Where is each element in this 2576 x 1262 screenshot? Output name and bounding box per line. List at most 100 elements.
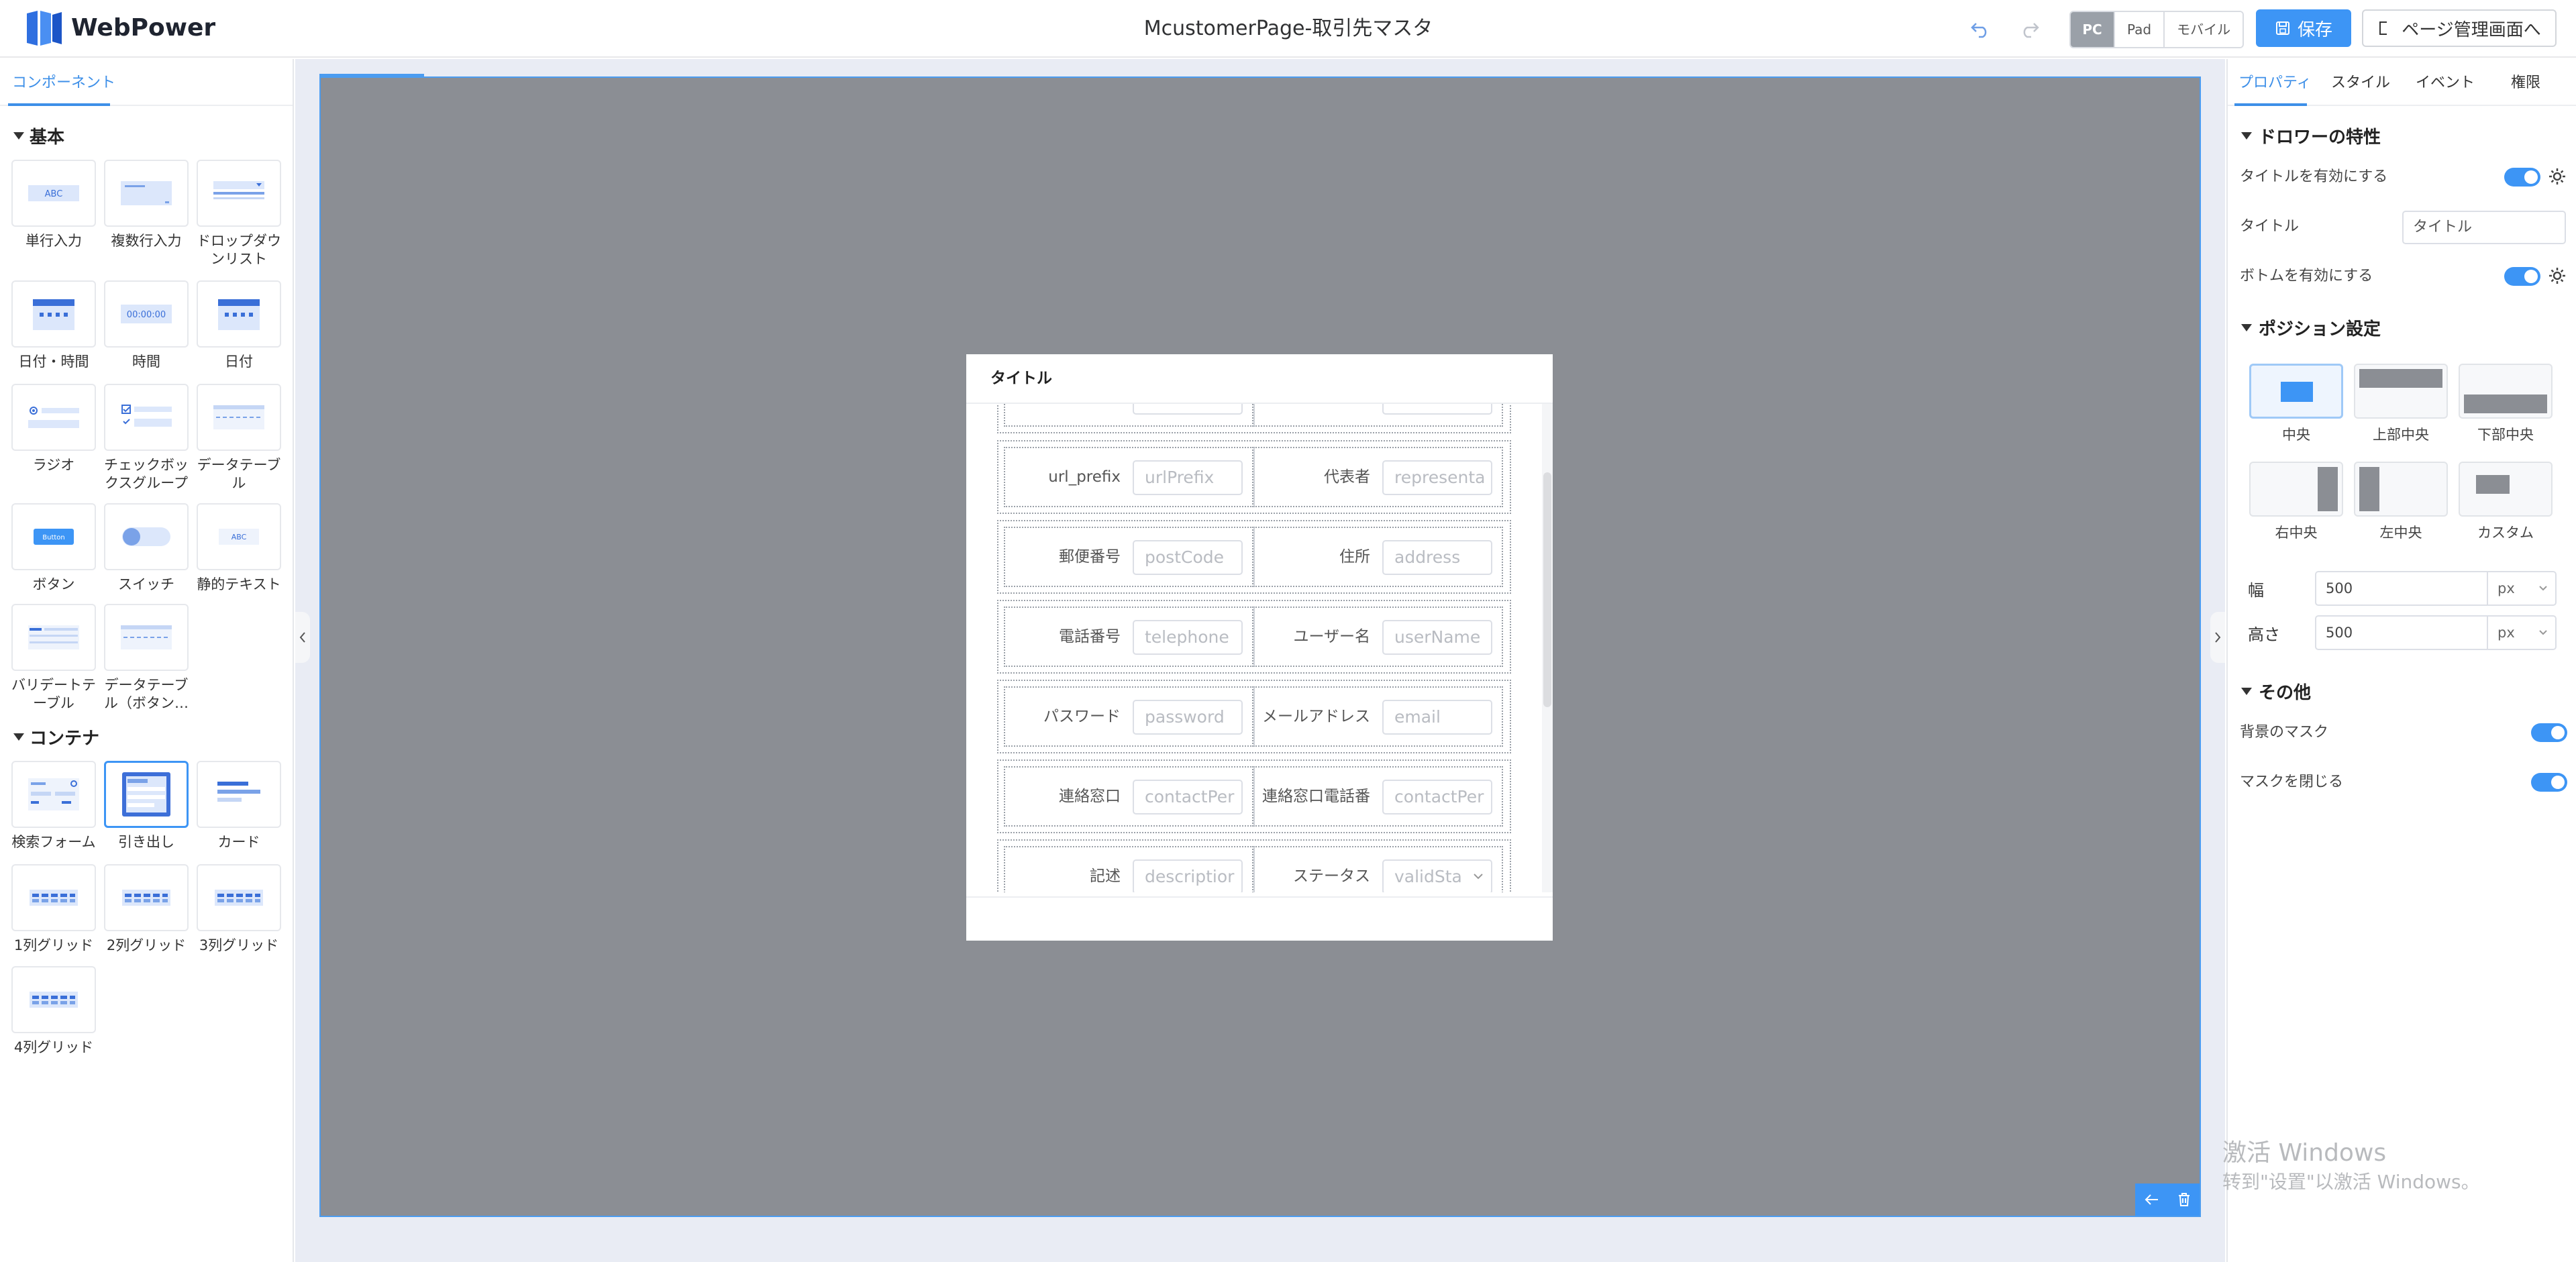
comp-validate-table[interactable]: バリデートテーブル — [9, 604, 98, 713]
comp-label: 4列グリッド — [13, 1039, 94, 1055]
comp-datatable-button[interactable]: データテーブル（ボタン… — [102, 604, 191, 713]
component-sidebar: コンポーネント 基本 ABC 単行入力 複数行入力 ドロップダウンリスト 日付・… — [0, 59, 294, 1262]
form-row: url_prefix urlPrefix 代表者 representa — [997, 440, 1511, 514]
drawer-preview[interactable]: タイトル url_prefix urlPrefix 代表者 representa 郵… — [966, 354, 1553, 941]
device-pad-button[interactable]: Pad — [2115, 12, 2165, 47]
redo-button[interactable] — [2016, 16, 2043, 43]
position-center[interactable]: 中央 — [2248, 364, 2345, 444]
url-prefix-input[interactable]: urlPrefix — [1133, 460, 1243, 495]
multi-input-icon — [104, 160, 189, 227]
tab-events[interactable]: イベント — [2416, 70, 2475, 97]
comp-radio[interactable]: ラジオ — [9, 384, 98, 474]
form-row: 連絡窓口 contactPer 連絡窓口電話番 contactPer — [997, 759, 1511, 833]
comp-label: ドロップダウンリスト — [197, 233, 281, 267]
description-input[interactable]: descriptior — [1133, 859, 1243, 892]
comp-datetime[interactable]: 日付・時間 — [9, 280, 98, 371]
width-input[interactable]: 500 — [2315, 571, 2488, 606]
height-unit-select[interactable]: px — [2488, 615, 2557, 650]
comp-card[interactable]: カード — [195, 761, 283, 851]
page-manager-button[interactable]: ページ管理画面へ — [2362, 9, 2557, 47]
contact-phone-input[interactable]: contactPer — [1382, 780, 1492, 814]
enable-title-toggle[interactable] — [2504, 168, 2540, 187]
form-row: 記述 descriptior ステータス validSta — [997, 839, 1511, 892]
title-label: タイトル — [2240, 218, 2300, 235]
section-basic[interactable]: 基本 — [13, 123, 64, 148]
comp-button[interactable]: Button ボタン — [9, 503, 98, 594]
comp-multi-input[interactable]: 複数行入力 — [102, 160, 191, 250]
gear-icon[interactable] — [2547, 266, 2567, 286]
section-drawer-props[interactable]: ドロワーの特性 — [2241, 123, 2381, 148]
collapse-right-button[interactable] — [2210, 612, 2225, 663]
height-label: 高さ — [2248, 625, 2280, 644]
section-container[interactable]: コンテナ — [13, 725, 99, 749]
collapse-left-button[interactable] — [295, 612, 310, 663]
position-right-center[interactable]: 右中央 — [2248, 462, 2345, 542]
telephone-input[interactable]: telephone — [1133, 620, 1243, 655]
comp-grid-2[interactable]: 2列グリッド — [102, 864, 191, 955]
address-input[interactable]: address — [1382, 540, 1492, 575]
comp-single-input[interactable]: ABC 単行入力 — [9, 160, 98, 250]
arrow-left-icon[interactable] — [2144, 1193, 2160, 1206]
contact-person-input[interactable]: contactPer — [1133, 780, 1243, 814]
undo-button[interactable] — [1967, 16, 1994, 43]
comp-dropdown[interactable]: ドロップダウンリスト — [195, 160, 283, 268]
drawer-icon — [104, 761, 189, 828]
tab-components[interactable]: コンポーネント — [12, 70, 115, 97]
form-cell — [1004, 404, 1253, 427]
section-position[interactable]: ポジション設定 — [2241, 315, 2381, 340]
comp-grid-4[interactable]: 4列グリッド — [9, 966, 98, 1057]
comp-static-text[interactable]: ABC 静的テキスト — [195, 503, 283, 594]
caret-down-icon — [2241, 132, 2252, 140]
comp-label: カード — [217, 834, 260, 850]
postcode-input[interactable]: postCode — [1133, 540, 1243, 575]
representative-input[interactable]: representa — [1382, 460, 1492, 495]
device-pc-button[interactable]: PC — [2071, 12, 2115, 47]
form-input[interactable] — [1382, 404, 1492, 415]
title-input[interactable]: タイトル — [2402, 211, 2566, 244]
position-label: 左中央 — [2379, 525, 2422, 541]
device-mobile-button[interactable]: モバイル — [2165, 12, 2243, 47]
comp-date[interactable]: 日付 — [195, 280, 283, 371]
password-input[interactable]: password — [1133, 700, 1243, 735]
tab-properties[interactable]: プロパティ — [2238, 70, 2312, 97]
comp-drawer[interactable]: 引き出し — [102, 761, 191, 851]
position-bottom-center[interactable]: 下部中央 — [2457, 364, 2554, 444]
form-input[interactable] — [1133, 404, 1243, 415]
comp-datatable[interactable]: データテーブル — [195, 384, 283, 492]
section-other[interactable]: その他 — [2241, 679, 2311, 704]
comp-grid-3[interactable]: 3列グリッド — [195, 864, 283, 955]
position-top-center[interactable]: 上部中央 — [2353, 364, 2449, 444]
drawer-scrollbar[interactable] — [1542, 404, 1553, 892]
enable-bottom-toggle[interactable] — [2504, 267, 2540, 286]
height-input[interactable]: 500 — [2315, 615, 2488, 650]
width-unit-select[interactable]: px — [2488, 571, 2557, 606]
comp-switch[interactable]: スイッチ — [102, 503, 191, 594]
comp-label: ボタン — [32, 576, 75, 592]
comp-time[interactable]: 00:00:00 時間 — [102, 280, 191, 371]
tab-permissions[interactable]: 権限 — [2511, 70, 2540, 97]
section-label: ドロワーの特性 — [2259, 127, 2381, 148]
gear-icon[interactable] — [2547, 166, 2567, 187]
comp-grid-1[interactable]: 1列グリッド — [9, 864, 98, 955]
email-input[interactable]: email — [1382, 700, 1492, 735]
trash-icon[interactable] — [2177, 1192, 2192, 1208]
form-row: 電話番号 telephone ユーザー名 userName — [997, 600, 1511, 674]
enable-title-label: タイトルを有効にする — [2240, 168, 2388, 185]
comp-checkbox-group[interactable]: チェックボックスグループ — [102, 384, 191, 492]
bg-mask-toggle[interactable] — [2531, 723, 2567, 742]
field-label: ユーザー名 — [1293, 628, 1370, 645]
tab-style[interactable]: スタイル — [2331, 70, 2390, 97]
search-form-icon — [11, 761, 96, 828]
close-mask-toggle[interactable] — [2531, 773, 2567, 792]
single-input-icon: ABC — [11, 160, 96, 227]
position-left-center[interactable]: 左中央 — [2353, 462, 2449, 542]
scrollbar-thumb[interactable] — [1543, 472, 1551, 707]
comp-search-form[interactable]: 検索フォーム — [9, 761, 98, 851]
username-input[interactable]: userName — [1382, 620, 1492, 655]
chevron-down-icon — [1474, 874, 1483, 880]
save-button[interactable]: 保存 — [2256, 9, 2351, 47]
position-custom[interactable]: カスタム — [2457, 462, 2554, 542]
form-row: パスワード password メールアドレス email — [997, 680, 1511, 753]
status-select[interactable]: validSta — [1382, 859, 1492, 892]
comp-label: チェックボックスグループ — [104, 457, 189, 491]
